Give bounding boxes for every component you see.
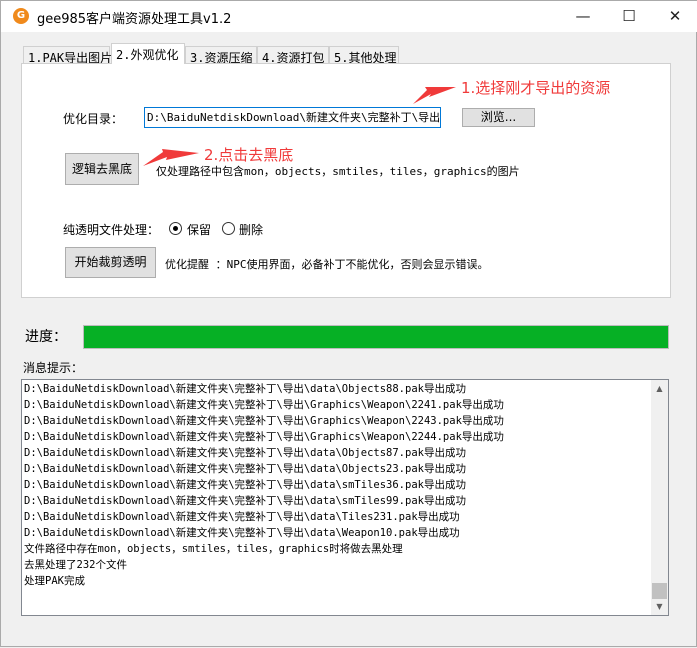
scroll-down-icon[interactable]: ▼ [651, 598, 668, 615]
log-line: D:\BaiduNetdiskDownload\新建文件夹\完整补丁\导出\da… [24, 511, 460, 523]
progress-fill [84, 326, 668, 348]
log-line: D:\BaiduNetdiskDownload\新建文件夹\完整补丁\导出\Gr… [24, 431, 504, 443]
arrow-icon [143, 87, 456, 166]
scroll-up-icon[interactable]: ▲ [651, 380, 668, 397]
message-log[interactable]: D:\BaiduNetdiskDownload\新建文件夹\完整补丁\导出\da… [21, 379, 669, 616]
log-line: D:\BaiduNetdiskDownload\新建文件夹\完整补丁\导出\Gr… [24, 415, 504, 427]
progress-label: 进度： [25, 329, 67, 345]
log-label: 消息提示： [23, 361, 84, 375]
log-line: D:\BaiduNetdiskDownload\新建文件夹\完整补丁\导出\da… [24, 527, 460, 539]
log-scrollbar[interactable]: ▲ ▼ [651, 380, 668, 615]
log-line: D:\BaiduNetdiskDownload\新建文件夹\完整补丁\导出\da… [24, 495, 466, 507]
log-line: D:\BaiduNetdiskDownload\新建文件夹\完整补丁\导出\Gr… [24, 399, 504, 411]
log-line: D:\BaiduNetdiskDownload\新建文件夹\完整补丁\导出\da… [24, 463, 466, 475]
progress-bar [83, 325, 669, 349]
tab-appearance-optimize[interactable]: 2.外观优化 [111, 43, 185, 64]
scroll-thumb[interactable] [652, 583, 667, 599]
log-line: 去黑处理了232个文件 [24, 559, 127, 571]
log-line: 文件路径中存在mon，objects，smtiles，tiles，graphic… [24, 543, 403, 555]
log-line: 处理PAK完成 [24, 575, 85, 587]
log-line: D:\BaiduNetdiskDownload\新建文件夹\完整补丁\导出\da… [24, 447, 466, 459]
log-line: D:\BaiduNetdiskDownload\新建文件夹\完整补丁\导出\da… [24, 479, 466, 491]
log-line: D:\BaiduNetdiskDownload\新建文件夹\完整补丁\导出\da… [24, 383, 466, 395]
